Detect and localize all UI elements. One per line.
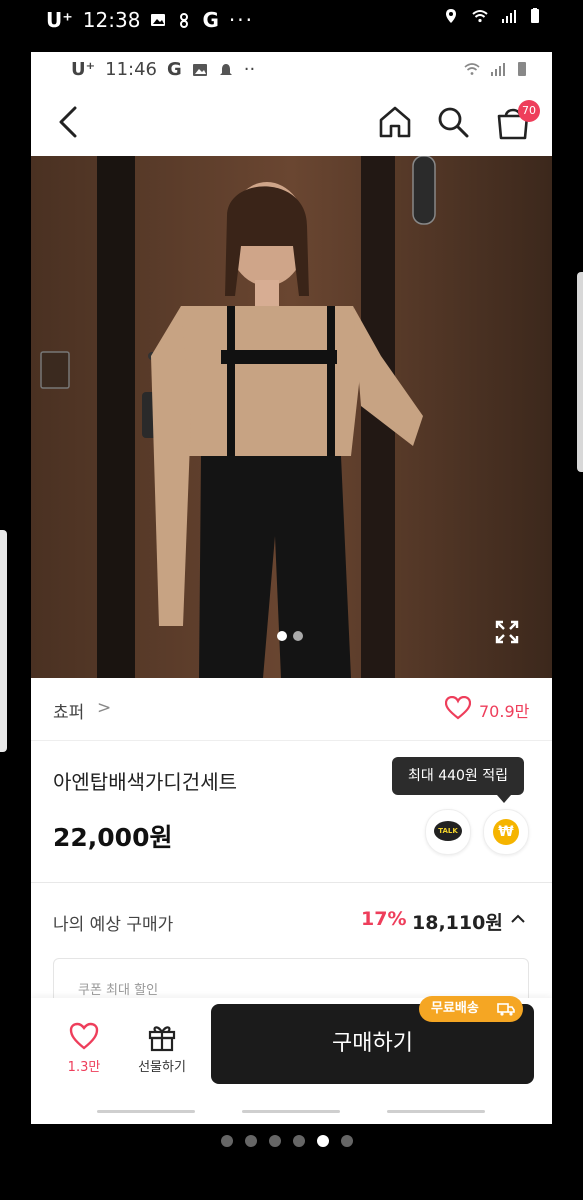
image-pagination — [277, 631, 303, 641]
home-button[interactable] — [375, 102, 415, 142]
like-count: 70.9만 — [479, 702, 530, 721]
image-icon — [151, 14, 166, 26]
signal-icon — [502, 10, 516, 23]
inner-bell-icon — [219, 63, 232, 75]
gesture-line — [242, 1110, 340, 1113]
won-coin-icon: ₩ — [493, 819, 519, 845]
viewer-left-handle[interactable] — [0, 530, 7, 752]
shop-row[interactable]: 쵸퍼 > 70.9만 — [31, 678, 552, 741]
viewer-dot-active[interactable] — [317, 1135, 329, 1147]
inner-status-bar: U⁺ 11:46 G ·· — [31, 52, 552, 90]
battery-icon — [531, 8, 539, 23]
viewer-dot[interactable] — [221, 1135, 233, 1147]
reward-coin-button[interactable]: ₩ — [483, 809, 529, 855]
location-icon — [446, 9, 456, 23]
carrier-label: U⁺ — [46, 8, 73, 32]
image-dot[interactable] — [293, 631, 303, 641]
wishlist-heart-icon — [69, 1022, 99, 1050]
viewer-right-handle[interactable] — [577, 272, 583, 472]
gesture-line — [387, 1110, 485, 1113]
heart-icon[interactable] — [445, 696, 471, 720]
section-divider — [31, 882, 552, 883]
gift-button[interactable]: 선물하기 — [131, 1022, 193, 1082]
chevron-up-icon[interactable] — [509, 910, 527, 928]
reward-tooltip: 최대 440원 적립 — [392, 757, 524, 795]
estimate-discount: 17% — [361, 908, 407, 930]
google-g-icon: G — [202, 8, 219, 32]
cart-count-badge: 70 — [518, 100, 540, 122]
clock: 12:38 — [82, 8, 141, 32]
free-shipping-label: 무료배송 — [431, 1001, 479, 1016]
viewer-dot[interactable] — [293, 1135, 305, 1147]
inner-wifi-icon — [464, 63, 480, 75]
inner-signal-icon — [491, 63, 505, 76]
top-nav — [31, 92, 552, 156]
more-dots-icon: ··· — [228, 8, 254, 32]
back-button[interactable] — [51, 102, 87, 142]
image-dot-active[interactable] — [277, 631, 287, 641]
inner-battery-icon — [518, 62, 526, 76]
free-shipping-badge: 무료배송 — [419, 996, 523, 1022]
wishlist-count: 1.3만 — [67, 1060, 101, 1075]
estimate-label: 나의 예상 구매가 — [53, 915, 174, 935]
shop-name[interactable]: 쵸퍼 — [53, 698, 84, 723]
tooltip-arrow — [497, 795, 511, 803]
wishlist-button[interactable]: 1.3만 — [53, 1022, 115, 1082]
thumb-icon — [180, 13, 189, 28]
inner-carrier: U⁺ — [71, 59, 96, 80]
product-title: 아엔탑배색가디건세트 — [53, 770, 237, 794]
shop-chevron-icon: > — [97, 698, 112, 718]
gesture-line — [97, 1110, 195, 1113]
product-photo — [31, 156, 552, 678]
inner-google-g-icon: G — [167, 59, 182, 80]
inner-clock: 11:46 — [105, 59, 157, 80]
viewer-dot[interactable] — [245, 1135, 257, 1147]
product-image[interactable] — [31, 156, 552, 678]
estimate-price: 18,110원 — [412, 912, 503, 934]
gift-icon — [148, 1026, 176, 1052]
viewer-dot[interactable] — [341, 1135, 353, 1147]
viewer-dot[interactable] — [269, 1135, 281, 1147]
wifi-icon — [472, 10, 488, 23]
expand-icon[interactable] — [493, 618, 521, 646]
gift-label: 선물하기 — [138, 1060, 186, 1075]
coupon-text: 쿠폰 최대 할인 — [78, 983, 159, 998]
bottom-action-bar: 1.3만 선물하기 구매하기 무료배송 — [31, 996, 552, 1124]
talk-icon: TALK — [434, 821, 462, 841]
product-price: 22,000원 — [53, 823, 173, 852]
kakao-talk-button[interactable]: TALK — [425, 809, 471, 855]
outer-status-bar: U⁺ 12:38 G ··· — [0, 0, 583, 42]
screenshot-frame: U⁺ 11:46 G ·· 70 쵸퍼 > 70.9만 아엔탑배색가디건세트 2… — [31, 52, 552, 1124]
inner-image-icon — [192, 63, 207, 76]
truck-icon — [497, 1003, 515, 1016]
gesture-bar — [31, 1110, 552, 1114]
search-button[interactable] — [433, 102, 473, 142]
viewer-pagination — [221, 1135, 353, 1147]
inner-more-dots: ·· — [243, 59, 256, 80]
